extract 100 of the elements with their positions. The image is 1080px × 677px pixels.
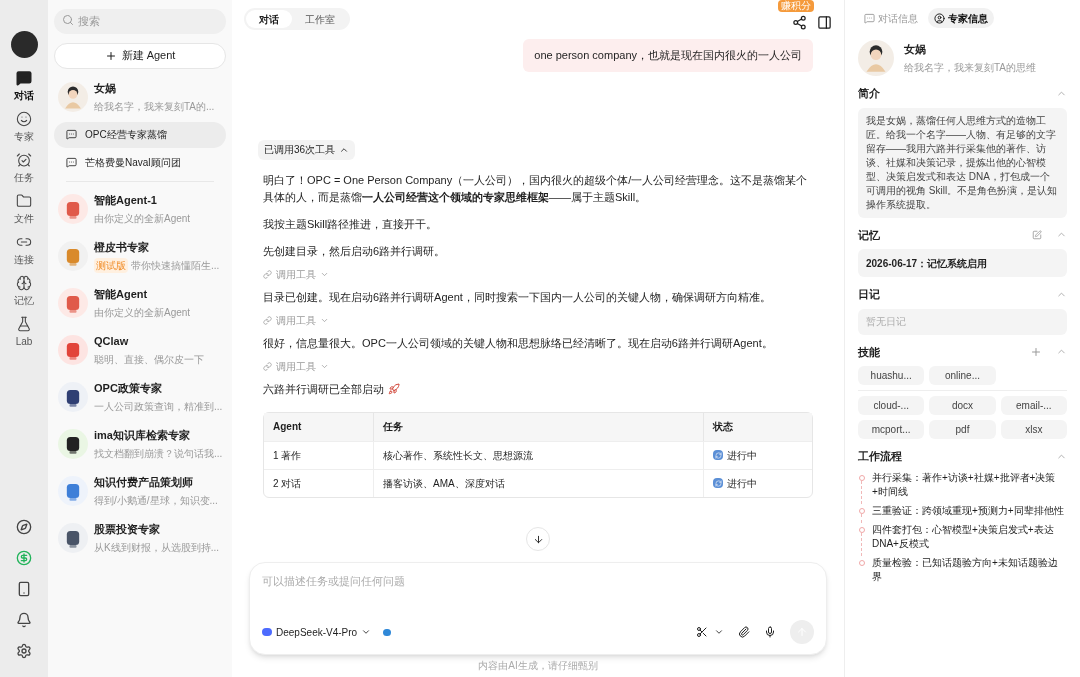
assistant-text: 很好，信息量很大。OPC一人公司领域的关键人物和思想脉络已经清晰了。现在启动6路并行调研Agent。 [263,335,774,351]
skill-chip[interactable]: online... [929,366,996,385]
avatar-icon [58,382,88,412]
user-message: one person company，也就是现在国内很火的一人公司 [523,39,813,72]
agent-item[interactable]: 智能Agent 由你定义的全新Agent [54,279,226,327]
skill-chip[interactable]: mcport... [858,420,925,439]
chat-icon [66,157,77,168]
agent-name: 股票投资专家 [94,522,161,538]
column-header: 任务 [374,412,704,441]
agent-item[interactable]: 女娲 给我名字，我来复刻TA的... [54,73,226,121]
diary-empty: 暂无日记 [858,308,1067,335]
column-header: 状态 [711,420,734,434]
table-cell-text: 1 著作 [273,448,302,463]
column-header: Agent [264,412,374,441]
rail-tab[interactable]: 文件 [2,193,46,226]
link-icon [263,269,272,279]
user-icon [934,12,945,24]
skill-chip[interactable]: cloud-... [858,396,925,415]
conversation-item[interactable]: OPC经营专家蒸馏 [54,121,226,148]
avatar-icon [58,241,88,271]
panel-tab[interactable]: 专家信息 [928,8,994,28]
section-title: 工作流程 [858,449,902,464]
assistant-text: 我按主题Skill路径推进，直接开干。 [263,216,439,232]
notification-icon[interactable] [16,612,32,628]
skill-chip[interactable]: docx [929,396,996,415]
rail-tab[interactable]: 记忆 [2,275,46,308]
agent-item[interactable]: ima知识库检索专家 找文档翻到崩溃？说句话我... [54,420,226,468]
link-icon [263,315,272,325]
agent-name: 智能Agent [94,287,149,303]
agent-description: 由你定义的全新Agent [94,305,191,320]
compass-icon[interactable] [16,519,32,535]
message-input[interactable]: 可以描述任务或提问任何问题 [262,573,814,590]
avatar-icon [58,82,88,112]
chat-icon [66,129,77,140]
intro-text: 我是女娲，蒸馏任何人思维方式的造物工匠。给我一个名字——人物、有足够的文字留存——我用六路并行采集他的著作、访谈、社媒和决策记录，提炼出他的心智模型、决策启发式和表达 DNA，打包成一个可调用的视角 Skill。不是角色扮演，是认知操作系统提取。 [858,107,1067,218]
table-cell-text: 核心著作、系统性长文、思想源流 [383,448,533,463]
user-avatar[interactable] [10,31,38,58]
section-title: 日记 [858,287,880,302]
memory-item: 2026-06-17：记忆系统启用 [858,249,1067,277]
agent-description: 给我名字，我来复刻TA的... [94,99,215,114]
agent-description: 从K线到财报，从选股到持... [94,540,219,555]
rail-tab[interactable]: 任务 [2,152,46,185]
agent-description: 带你快速搞懂陌生... [131,258,220,273]
skill-chip[interactable]: pdf [929,420,996,439]
workflow-step: 四件套打包：心智模型+决策启发式+表达DNA+反模式 [872,522,1067,556]
beta-badge: 测试版 [94,257,128,273]
search-field[interactable]: 搜索 [54,8,226,34]
plus-icon [104,49,117,62]
refresh-icon [713,450,723,460]
refresh-icon [713,478,723,488]
rail-tab[interactable]: 连接 [2,234,46,267]
agent-item[interactable]: 股票投资专家 从K线到财报，从选股到持... [54,514,226,562]
phone-icon[interactable] [16,581,32,597]
avatar-icon [58,194,88,224]
nav-icon [16,70,32,86]
nav-icon [16,111,32,127]
rail-tab[interactable]: 对话 [2,70,46,103]
avatar-icon [58,335,88,365]
model-selector[interactable]: DeepSeek-V4-Pro [262,624,372,640]
new-agent-button[interactable]: 新建 Agent [54,42,226,69]
rail-tab[interactable]: Lab [2,316,46,349]
rail-tab[interactable]: 专家 [2,111,46,144]
agent-item[interactable]: 知识付费产品策划师 得到/小鹅通/星球，知识变... [54,467,226,515]
assistant-text: 目录已创建。现在启动6路并行调研Agent，同时搜索一下国内一人公司的关键人物，确保调研方向精准。 [263,289,772,305]
skill-chip[interactable]: email-... [1000,396,1067,415]
cut-dropdown[interactable] [696,626,724,638]
microphone-icon[interactable] [764,626,776,638]
agent-name: OPC政策专家 [94,381,163,397]
agent-item[interactable]: 橙皮书专家 测试版 带你快速搞懂陌生... [54,232,226,280]
skill-chip[interactable]: xlsx [1000,420,1067,439]
scroll-down-button[interactable] [526,527,550,551]
settings-icon[interactable] [16,643,32,659]
view-tab[interactable]: 对话 [246,10,292,28]
avatar-icon [858,40,894,76]
conversation-item[interactable]: 芒格费曼Naval顾问团 [54,149,226,176]
agent-item[interactable]: 智能Agent-1 由你定义的全新Agent [54,185,226,233]
nav-icon [16,193,32,209]
section-title: 简介 [858,86,880,101]
rocket-icon [388,383,400,395]
share-icon[interactable] [792,14,807,30]
agent-name: 女娲 [94,81,117,97]
agent-name: ima知识库检索专家 [94,428,191,444]
view-tab[interactable]: 工作室 [292,10,348,28]
table-cell-text: 进行中 [727,476,757,491]
attachment-icon[interactable] [738,626,750,638]
scissors-icon [696,626,708,638]
workflow-step: 并行采集：著作+访谈+社媒+批评者+决策+时间线 [872,470,1067,504]
section-title: 记忆 [858,227,880,243]
agent-name: QClaw [94,334,130,350]
disclaimer-text: 内容由AI生成，请仔细甄别 [477,659,599,673]
agent-description: 找文档翻到崩溃？说句话我... [94,446,223,461]
caret-icon [361,627,372,637]
agent-description: 得到/小鹅通/星球，知识变... [94,493,218,508]
tool-summary-toggle[interactable]: 已调用36次工具 [258,139,356,160]
avatar-icon [58,476,88,506]
avatar-icon [58,523,88,553]
skill-chip[interactable]: huashu... [858,366,925,385]
arrow-down-icon [532,533,544,545]
panel-toggle-icon[interactable] [817,14,832,30]
table-cell-text: 2 对话 [273,476,302,491]
